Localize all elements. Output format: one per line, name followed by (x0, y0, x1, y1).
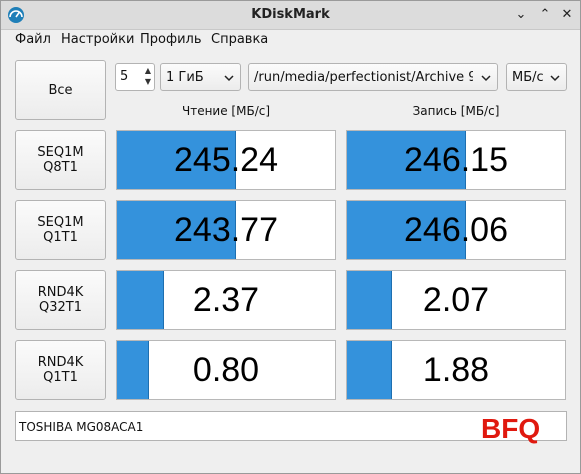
read-speed-text: 245.24 (174, 140, 278, 179)
run-all-button[interactable]: Все (15, 60, 106, 120)
menu-bar: Файл Настройки Профиль Справка (1, 30, 580, 50)
maximize-icon[interactable]: ⌃ (537, 7, 553, 23)
runs-value: 5 (120, 69, 129, 84)
test-button[interactable]: RND4K Q32T1 (15, 270, 106, 330)
read-speed-value: 243.77 (117, 201, 335, 259)
write-speed-text: 2.07 (422, 280, 490, 319)
unit-value: МБ/с (512, 70, 544, 85)
title-bar: KDiskMark ⌄ ⌃ ✕ (1, 1, 580, 30)
read-result-bar: 245.24 (116, 130, 336, 190)
read-column-header: Чтение [МБ/с] (181, 104, 271, 118)
read-speed-value: 0.80 (117, 341, 335, 399)
target-path-select[interactable]: /run/media/perfectionist/Archive 94% ( (248, 63, 498, 91)
size-select[interactable]: 1 ГиБ (160, 63, 241, 91)
read-speed-value: 245.24 (117, 131, 335, 189)
read-speed-text: 0.80 (192, 350, 260, 389)
write-result-bar: 2.07 (346, 270, 566, 330)
minimize-icon[interactable]: ⌄ (513, 7, 529, 23)
read-result-bar: 2.37 (116, 270, 336, 330)
chevron-down-icon (550, 75, 560, 82)
chevron-down-icon (481, 75, 491, 82)
write-speed-value: 1.88 (347, 341, 565, 399)
menu-profile[interactable]: Профиль (140, 32, 202, 47)
path-value: /run/media/perfectionist/Archive 94% ( (254, 70, 473, 85)
write-speed-text: 1.88 (422, 350, 490, 389)
menu-help[interactable]: Справка (211, 32, 268, 47)
write-speed-value: 246.06 (347, 201, 565, 259)
write-result-bar: 1.88 (346, 340, 566, 400)
read-speed-text: 243.77 (174, 210, 278, 249)
close-icon[interactable]: ✕ (559, 7, 575, 23)
drive-info-field[interactable]: TOSHIBA MG08ACA1 BFQ (15, 411, 567, 444)
runs-spinbox[interactable]: 5 ▲ ▼ (115, 63, 155, 91)
read-speed-value: 2.37 (117, 271, 335, 329)
spin-arrows-icon[interactable]: ▲ ▼ (145, 65, 151, 87)
write-speed-text: 246.06 (404, 210, 508, 249)
test-button[interactable]: SEQ1M Q8T1 (15, 130, 106, 190)
write-speed-text: 246.15 (404, 140, 508, 179)
write-result-bar: 246.06 (346, 200, 566, 260)
unit-select[interactable]: МБ/с (506, 63, 567, 91)
read-speed-text: 2.37 (192, 280, 260, 319)
write-column-header: Запись [МБ/с] (412, 104, 500, 118)
drive-model: TOSHIBA MG08ACA1 (19, 420, 144, 434)
chevron-down-icon (224, 75, 234, 82)
app-window: KDiskMark ⌄ ⌃ ✕ Файл Настройки Профиль С… (0, 0, 581, 474)
test-button[interactable]: SEQ1M Q1T1 (15, 200, 106, 260)
write-result-bar: 246.15 (346, 130, 566, 190)
write-speed-value: 2.07 (347, 271, 565, 329)
scheduler-tag: BFQ (481, 413, 541, 444)
size-value: 1 ГиБ (166, 70, 204, 85)
menu-file[interactable]: Файл (15, 32, 51, 47)
menu-settings[interactable]: Настройки (61, 32, 134, 47)
window-title: KDiskMark (251, 7, 330, 22)
read-result-bar: 0.80 (116, 340, 336, 400)
read-result-bar: 243.77 (116, 200, 336, 260)
write-speed-value: 246.15 (347, 131, 565, 189)
test-button[interactable]: RND4K Q1T1 (15, 340, 106, 400)
